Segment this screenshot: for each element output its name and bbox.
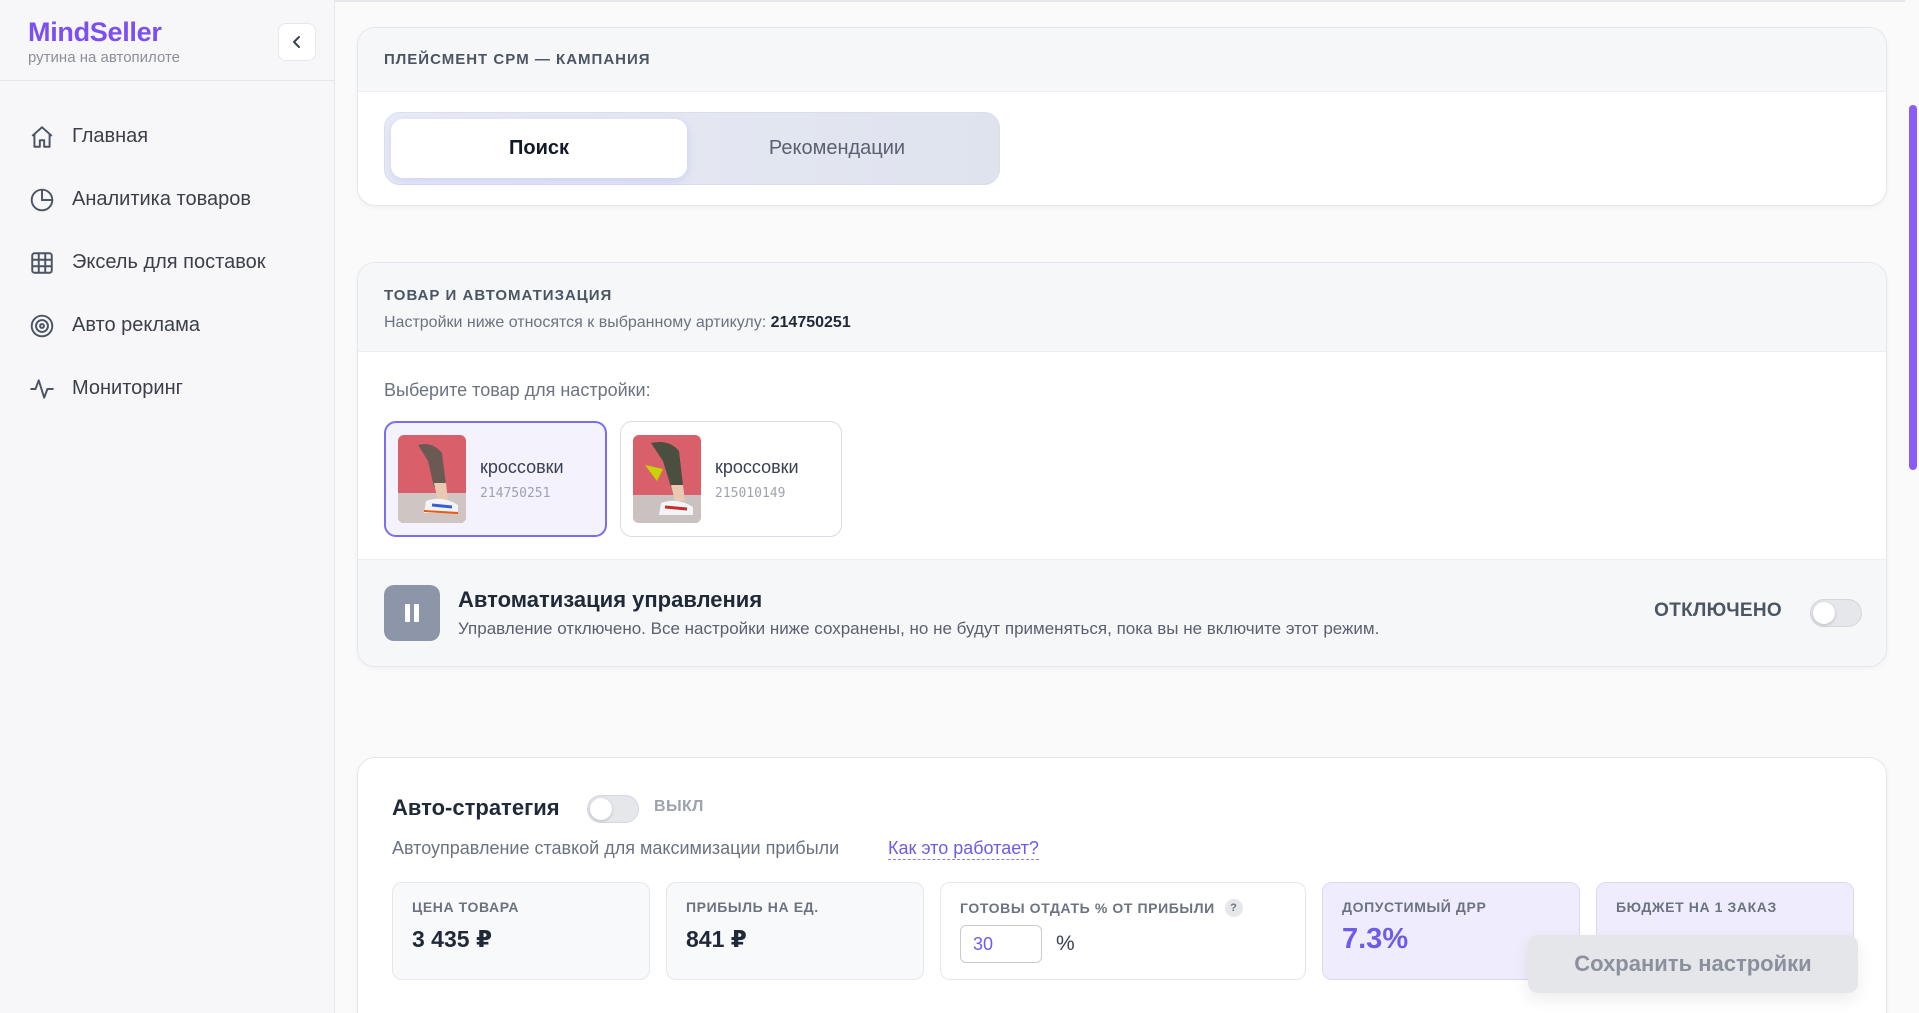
- product-card-selected[interactable]: кроссовки 214750251: [384, 421, 607, 537]
- scrollbar[interactable]: [1905, 0, 1919, 1013]
- sidebar-item-label: Главная: [72, 125, 149, 147]
- sidebar-item-label: Мониторинг: [72, 377, 183, 399]
- share-input-row: %: [960, 925, 1305, 963]
- product-thumbnail: [398, 435, 466, 523]
- sidebar-item-excel[interactable]: Эксель для поставок: [0, 231, 334, 294]
- automation-status: ОТКЛЮЧЕНО: [1654, 600, 1782, 621]
- target-icon: [28, 312, 56, 340]
- grid-icon: [28, 249, 56, 277]
- product-sku: 214750251: [480, 486, 551, 501]
- how-it-works-link[interactable]: Как это работает?: [888, 838, 1039, 860]
- automation-row: Автоматизация управления Управление откл…: [358, 559, 1886, 666]
- tab-recommendations[interactable]: Рекомендации: [689, 119, 985, 178]
- auto-strategy-toggle[interactable]: [587, 795, 639, 823]
- sidebar-item-auto-ads[interactable]: Авто реклама: [0, 294, 334, 357]
- metric-value: 841 ₽: [686, 926, 747, 952]
- metric-label: ГОТОВЫ ОТДАТЬ % ОТ ПРИБЫЛИ ?: [960, 899, 1305, 917]
- tab-search[interactable]: Поиск: [391, 119, 687, 178]
- sidebar-item-label: Эксель для поставок: [72, 251, 266, 273]
- percent-unit: %: [1056, 932, 1075, 955]
- sidebar-item-label: Аналитика товаров: [72, 188, 252, 210]
- sidebar-nav: Главная Аналитика товаров Эксель для пос…: [0, 81, 334, 420]
- product-thumbnail: [633, 435, 701, 523]
- metric-label: ПРИБЫЛЬ НА ЕД.: [686, 899, 819, 915]
- sidebar-item-label: Авто реклама: [72, 314, 201, 336]
- metric-label-text: ГОТОВЫ ОТДАТЬ % ОТ ПРИБЫЛИ: [960, 900, 1215, 916]
- note-sku: 214750251: [770, 314, 851, 331]
- sidebar-item-home[interactable]: Главная: [0, 105, 334, 168]
- collapse-sidebar-button[interactable]: [278, 23, 316, 61]
- pause-icon: [384, 585, 440, 641]
- help-icon[interactable]: ?: [1224, 899, 1243, 917]
- toggle-knob: [1813, 602, 1835, 624]
- sidebar: MindSeller рутина на автопилоте Главная …: [0, 0, 335, 1013]
- product-name: кроссовки: [715, 457, 799, 477]
- automation-title: Автоматизация управления: [458, 587, 763, 612]
- metric-label: БЮДЖЕТ НА 1 ЗАКАЗ: [1616, 899, 1777, 915]
- brand: MindSeller рутина на автопилоте: [0, 0, 334, 81]
- automation-toggle[interactable]: [1810, 599, 1862, 627]
- metric-label: ДОПУСТИМЫЙ ДРР: [1342, 899, 1487, 915]
- scrollbar-thumb[interactable]: [1909, 105, 1917, 470]
- metric-value: 3 435 ₽: [412, 926, 492, 952]
- metric-profit-share: ГОТОВЫ ОТДАТЬ % ОТ ПРИБЫЛИ ? %: [940, 882, 1306, 980]
- product-card-header: ТОВАР И АВТОМАТИЗАЦИЯ Настройки ниже отн…: [358, 263, 1886, 352]
- auto-strategy-description: Автоуправление ставкой для максимизации …: [392, 838, 840, 858]
- product-card[interactable]: кроссовки 215010149: [620, 421, 842, 537]
- chevron-left-icon: [293, 36, 300, 48]
- auto-strategy-status: ВЫКЛ: [654, 798, 704, 815]
- sidebar-item-monitoring[interactable]: Мониторинг: [0, 357, 334, 420]
- note-prefix: Настройки ниже относятся к выбранному ар…: [384, 314, 767, 331]
- placement-title: ПЛЕЙСМЕНТ CPM — КАМПАНИЯ: [384, 51, 651, 68]
- automation-description: Управление отключено. Все настройки ниже…: [458, 619, 1380, 638]
- product-section-title: ТОВАР И АВТОМАТИЗАЦИЯ: [384, 287, 613, 304]
- placement-card: ПЛЕЙСМЕНТ CPM — КАМПАНИЯ Поиск Рекоменда…: [357, 27, 1887, 206]
- auto-strategy-title: Авто-стратегия: [392, 795, 560, 820]
- product-info: кроссовки 214750251: [480, 457, 564, 501]
- metric-label: ЦЕНА ТОВАРА: [412, 899, 520, 915]
- pie-chart-icon: [28, 186, 56, 214]
- metric-profit: ПРИБЫЛЬ НА ЕД. 841 ₽: [666, 882, 924, 980]
- selected-sku-note: Настройки ниже относятся к выбранному ар…: [384, 314, 1860, 332]
- toggle-knob: [590, 798, 612, 820]
- main-content: ПЛЕЙСМЕНТ CPM — КАМПАНИЯ Поиск Рекоменда…: [335, 0, 1919, 1013]
- product-info: кроссовки 215010149: [715, 457, 799, 501]
- profit-share-input[interactable]: [960, 925, 1042, 963]
- save-settings-button[interactable]: Сохранить настройки: [1528, 935, 1858, 993]
- placement-card-header: ПЛЕЙСМЕНТ CPM — КАМПАНИЯ: [358, 28, 1886, 92]
- top-divider: [335, 0, 1919, 2]
- sidebar-item-analytics[interactable]: Аналитика товаров: [0, 168, 334, 231]
- product-sku: 215010149: [715, 486, 786, 501]
- metric-price: ЦЕНА ТОВАРА 3 435 ₽: [392, 882, 650, 980]
- choose-product-label: Выберите товар для настройки:: [384, 380, 651, 400]
- product-automation-card: ТОВАР И АВТОМАТИЗАЦИЯ Настройки ниже отн…: [357, 262, 1887, 667]
- product-name: кроссовки: [480, 457, 564, 477]
- home-icon: [28, 123, 56, 151]
- pulse-icon: [28, 375, 56, 403]
- placement-segmented-control: Поиск Рекомендации: [384, 112, 1000, 185]
